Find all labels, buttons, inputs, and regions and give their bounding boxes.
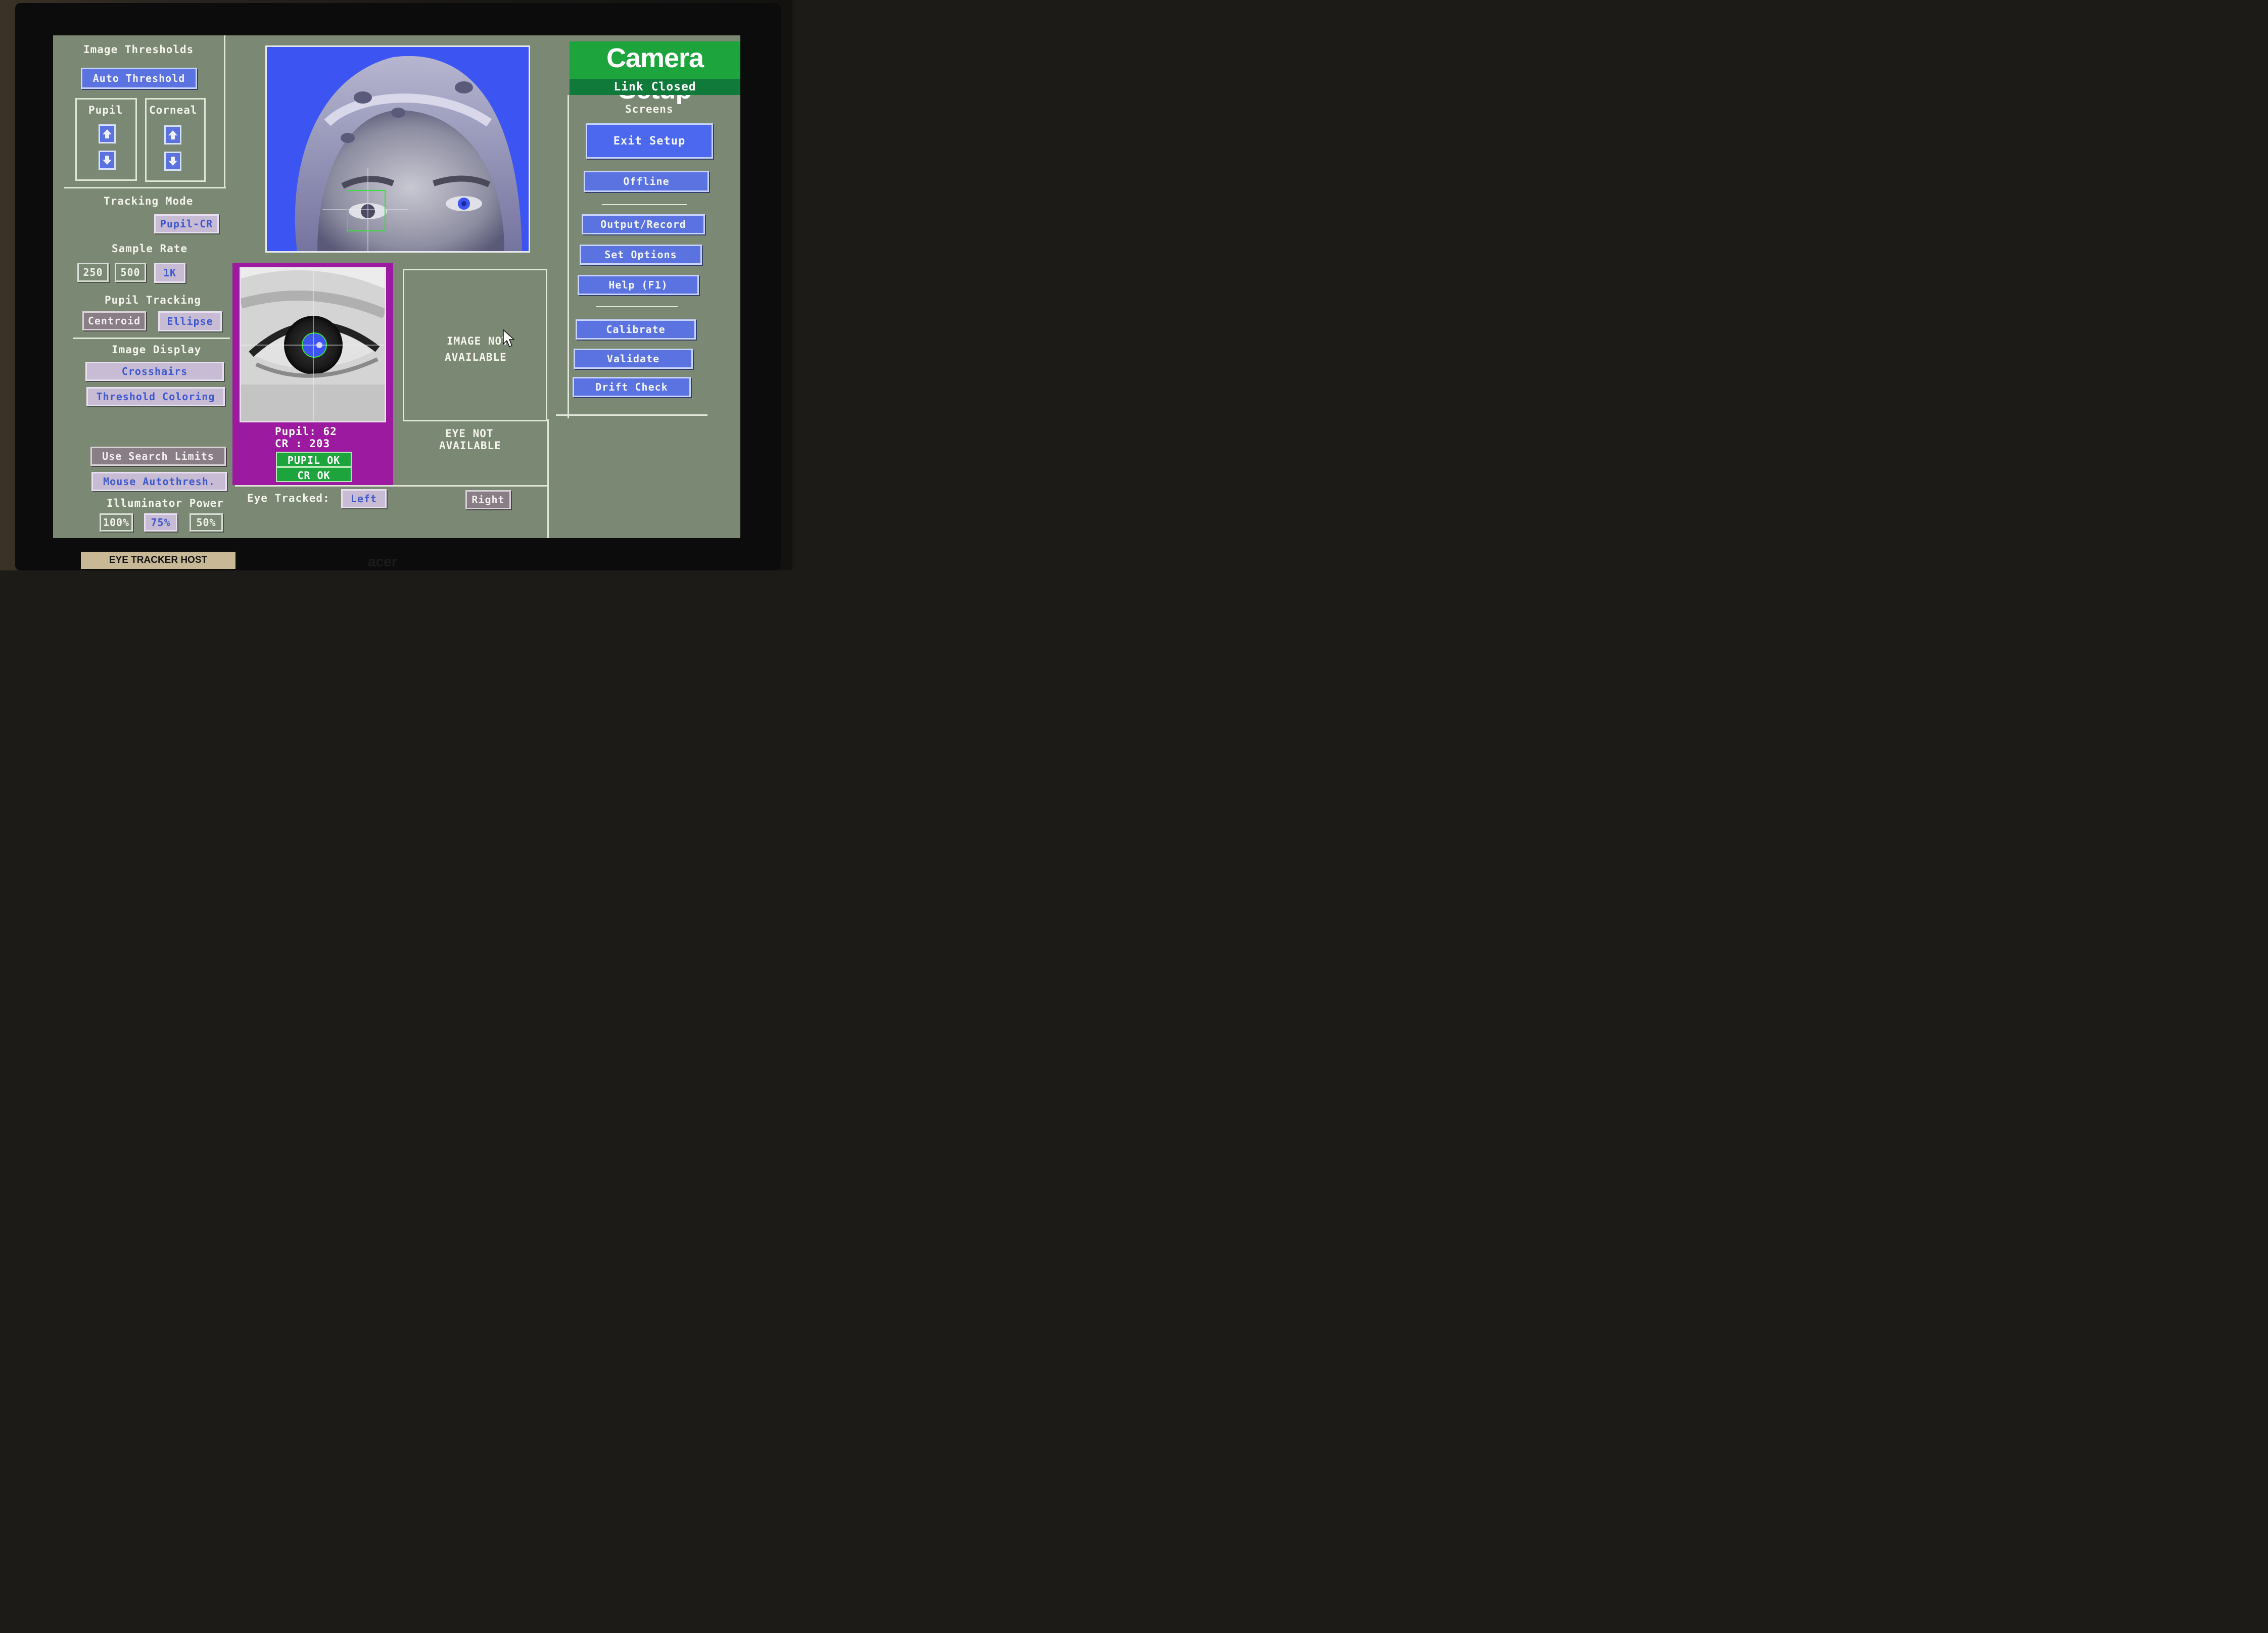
mouse-cursor-icon <box>503 329 514 347</box>
drift-check-button[interactable]: Drift Check <box>573 377 691 397</box>
image-thresholds-heading: Image Thresholds <box>83 43 194 56</box>
output-record-button[interactable]: Output/Record <box>582 214 705 234</box>
illuminator-75-button[interactable]: 75% <box>144 513 177 532</box>
illuminator-power-heading: Illuminator Power <box>107 497 224 509</box>
corneal-label: Corneal <box>149 104 198 116</box>
image-display-heading: Image Display <box>112 344 202 356</box>
eye-tracking-panel: Pupil: 62 CR : 203 PUPIL OK CR OK <box>232 263 393 485</box>
screens-heading: Screens <box>625 103 674 115</box>
tracking-mode-heading: Tracking Mode <box>104 195 194 207</box>
title-panel: Camera Setup Link Closed <box>570 41 740 105</box>
image-not-available-line1: IMAGE NOT <box>447 335 509 347</box>
set-options-button[interactable]: Set Options <box>580 245 702 265</box>
pupil-value: Pupil: 62 <box>275 425 337 438</box>
divider <box>73 338 230 339</box>
sample-rate-500-button[interactable]: 500 <box>115 263 146 282</box>
eye-tracked-label: Eye Tracked: <box>247 492 330 504</box>
eye-image <box>241 268 385 421</box>
exit-setup-button[interactable]: Exit Setup <box>586 123 713 159</box>
threshold-coloring-button[interactable]: Threshold Coloring <box>86 387 225 406</box>
monitor-brand-logo: acer <box>368 554 397 569</box>
use-search-limits-button[interactable]: Use Search Limits <box>90 447 226 466</box>
divider <box>64 187 226 188</box>
cr-ok-badge: CR OK <box>276 467 352 482</box>
page-title: Camera Setup <box>606 43 704 105</box>
tracking-mode-button[interactable]: Pupil-CR <box>154 214 219 233</box>
calibrate-button[interactable]: Calibrate <box>576 319 696 340</box>
sample-rate-250-button[interactable]: 250 <box>77 263 109 282</box>
camera-setup-screen: Image Thresholds Auto Threshold Pupil Co… <box>53 35 740 538</box>
validate-button[interactable]: Validate <box>574 349 693 369</box>
right-eye-image-view[interactable]: IMAGE NOT AVAILABLE <box>403 269 547 421</box>
pupil-ok-badge: PUPIL OK <box>276 452 352 467</box>
head-camera-image <box>267 47 529 251</box>
image-not-available-line2: AVAILABLE <box>445 351 507 363</box>
crosshairs-button[interactable]: Crosshairs <box>85 362 224 381</box>
divider <box>547 419 549 538</box>
pupil-label: Pupil <box>88 104 123 116</box>
mouse-autothresh-button[interactable]: Mouse Autothresh. <box>91 472 227 491</box>
help-button[interactable]: Help (F1) <box>578 275 699 295</box>
arrow-up-icon <box>168 130 177 139</box>
corneal-threshold-up-button[interactable] <box>164 125 181 145</box>
arrow-up-icon <box>103 129 112 138</box>
link-status: Link Closed <box>570 79 740 95</box>
sample-rate-heading: Sample Rate <box>112 243 188 255</box>
eye-closeup-image[interactable] <box>240 267 386 422</box>
ellipse-button[interactable]: Ellipse <box>158 311 222 331</box>
corneal-threshold-down-button[interactable] <box>164 152 181 171</box>
arrow-down-icon <box>103 156 112 165</box>
monitor-sticker-label: EYE TRACKER HOST <box>81 552 235 569</box>
eye-tracked-right-button[interactable]: Right <box>465 490 511 509</box>
auto-threshold-button[interactable]: Auto Threshold <box>81 68 197 89</box>
pupil-threshold-down-button[interactable] <box>99 151 116 170</box>
illuminator-100-button[interactable]: 100% <box>100 513 133 532</box>
eye-not-available-line1: EYE NOT <box>445 427 494 440</box>
cr-value: CR : 203 <box>275 438 330 450</box>
divider <box>568 95 569 418</box>
arrow-down-icon <box>168 157 177 166</box>
illuminator-50-button[interactable]: 50% <box>190 513 223 532</box>
offline-button[interactable]: Offline <box>584 171 709 192</box>
separator <box>602 204 687 205</box>
sample-rate-1k-button[interactable]: 1K <box>154 263 185 283</box>
pupil-tracking-heading: Pupil Tracking <box>105 294 202 306</box>
divider <box>235 485 548 487</box>
eye-not-available-line2: AVAILABLE <box>439 440 501 452</box>
pupil-threshold-up-button[interactable] <box>99 124 116 143</box>
centroid-button[interactable]: Centroid <box>82 311 146 330</box>
separator <box>596 306 678 307</box>
camera-image-view[interactable] <box>265 45 530 253</box>
eye-tracked-left-button[interactable]: Left <box>341 489 387 508</box>
divider <box>556 414 707 416</box>
divider <box>224 35 225 187</box>
